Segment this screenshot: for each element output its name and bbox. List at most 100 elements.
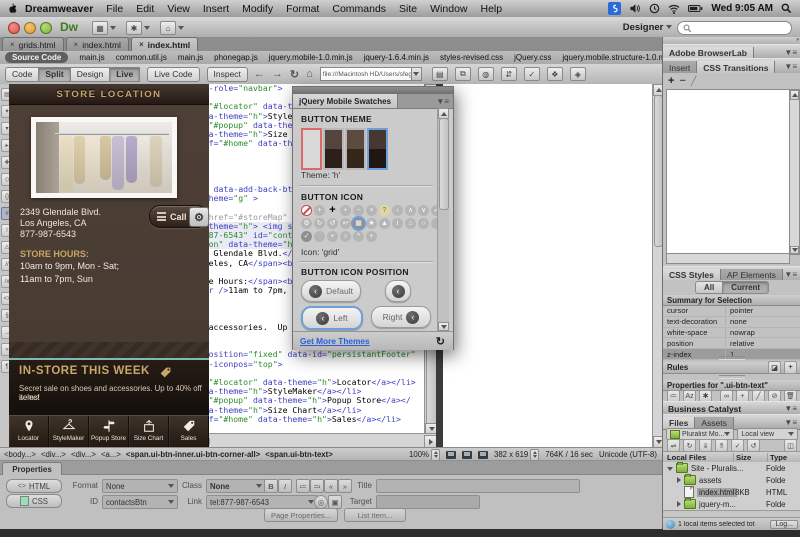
hand-tool-icon[interactable] xyxy=(462,451,472,459)
swatch-icon-plus-alt[interactable]: + xyxy=(340,205,351,216)
panel-menu-icon[interactable]: ▼≡ xyxy=(784,270,797,279)
italic-button[interactable]: I xyxy=(278,479,292,493)
connect-icon[interactable]: ⇌ xyxy=(667,439,680,452)
swatch-icon-minus[interactable]: − xyxy=(353,205,364,216)
menu-modify[interactable]: Modify xyxy=(242,3,273,15)
tag-crumb[interactable]: <span.ui-btn-text> xyxy=(265,450,333,459)
doc-tab-index.html[interactable]: ×index.html xyxy=(66,37,129,51)
swatch-icon-caret[interactable]: ^ xyxy=(353,231,364,242)
list-item-button[interactable]: List Item... xyxy=(344,508,406,522)
select-tool-icon[interactable] xyxy=(446,451,456,459)
window-minimize-button[interactable] xyxy=(24,22,36,34)
site-menu-button[interactable]: ⌂ xyxy=(160,21,184,35)
swatch-icon-info[interactable]: i xyxy=(392,218,403,229)
preview-in-browser-icon[interactable]: ◍ xyxy=(478,67,494,81)
refresh-themes-icon[interactable]: ↻ xyxy=(436,335,445,348)
file-row-jquery-m-[interactable]: jquery-m...Folde xyxy=(663,498,800,510)
all-mode-button[interactable]: All xyxy=(695,281,723,294)
scroll-up-icon[interactable] xyxy=(790,90,799,100)
expand-panel-icon[interactable]: ◫ xyxy=(784,439,797,452)
tag-crumb[interactable]: <a...> xyxy=(101,450,121,459)
preview-nav-sales[interactable]: Sales xyxy=(169,416,209,447)
related-file-phonegap.js[interactable]: phonegap.js xyxy=(214,53,258,62)
panel-menu-icon[interactable]: ▼≡ xyxy=(784,404,797,413)
outdent-button[interactable]: « xyxy=(324,479,338,493)
swatch-icon-arrow-down[interactable]: ∨ xyxy=(418,205,429,216)
swatch-icon-search-plus[interactable]: ○ xyxy=(340,231,351,242)
panel-menu-icon[interactable]: ▼≡ xyxy=(784,48,797,57)
forward-icon[interactable]: → xyxy=(272,68,283,80)
summary-row-text-decoration[interactable]: text-decorationnone xyxy=(663,317,800,328)
file-row-site-pluralis-[interactable]: Site - Pluralis...Folde xyxy=(663,462,800,474)
menu-edit[interactable]: Edit xyxy=(136,3,154,15)
icon-position-notext-button[interactable]: ‹ xyxy=(385,280,411,302)
css-transitions-list[interactable] xyxy=(666,89,790,255)
preview-nav-stylemaker[interactable]: StyleMaker xyxy=(49,416,89,447)
theme-swatch-g[interactable] xyxy=(345,128,366,170)
window-zoom-button[interactable] xyxy=(40,22,52,34)
file-row-assets[interactable]: assetsFolde xyxy=(663,474,800,486)
swatch-gear-badge-icon[interactable]: ⚙ xyxy=(189,207,209,227)
workspace-switcher[interactable]: Designer xyxy=(623,22,672,33)
swatch-icon-plus-faint[interactable]: + xyxy=(366,231,377,242)
put-files-icon[interactable]: ⇑ xyxy=(715,439,728,452)
view-button-code[interactable]: Code xyxy=(5,67,39,82)
tag-crumb[interactable]: <div...> xyxy=(41,450,66,459)
related-file-common.util.js[interactable]: common.util.js xyxy=(116,53,167,62)
link-field[interactable]: tel:877-987-6543 xyxy=(206,495,318,509)
view-button-design[interactable]: Design xyxy=(70,67,110,82)
related-file-jquery.mobile-1.0.min.js[interactable]: jquery.mobile-1.0.min.js xyxy=(269,53,353,62)
format-select[interactable]: None xyxy=(102,479,178,493)
doc-tab-grids.html[interactable]: ×grids.html xyxy=(2,37,64,51)
bold-button[interactable]: B xyxy=(264,479,278,493)
swatch-icon-radio[interactable]: • xyxy=(327,231,338,242)
icon-position-left-button[interactable]: ‹Left xyxy=(301,306,363,330)
check-in-icon[interactable]: ↺ xyxy=(747,439,760,452)
title-field[interactable] xyxy=(376,479,580,493)
close-tab-icon[interactable]: × xyxy=(139,40,144,49)
menu-insert[interactable]: Insert xyxy=(203,3,229,15)
related-file-jQuery.css[interactable]: jQuery.css xyxy=(514,53,551,62)
spotlight-icon[interactable] xyxy=(781,3,792,14)
properties-tab[interactable]: Properties xyxy=(2,462,62,475)
preview-nav-locator[interactable]: Locator xyxy=(9,416,49,447)
column-size[interactable]: Size xyxy=(733,453,767,462)
time-machine-icon[interactable] xyxy=(649,3,660,14)
column-local-files[interactable]: Local Files xyxy=(663,453,733,462)
panel-horizontal-scrollbar[interactable] xyxy=(666,253,790,264)
summary-row-position[interactable]: positionrelative xyxy=(663,338,800,349)
swatch-icon-help[interactable]: ? xyxy=(379,205,390,216)
icon-position-right-button[interactable]: Right‹ xyxy=(371,306,431,328)
layout-switcher-button[interactable]: ▦ xyxy=(92,21,116,35)
id-select[interactable]: contactsBtn xyxy=(102,495,178,509)
window-close-button[interactable] xyxy=(8,22,20,34)
back-icon[interactable]: ← xyxy=(254,68,265,80)
help-search-input[interactable] xyxy=(677,21,792,35)
preview-nav-size-chart[interactable]: Size Chart xyxy=(129,416,169,447)
panel-menu-icon[interactable]: ▼≡ xyxy=(784,62,797,71)
add-transition-icon[interactable]: + xyxy=(668,75,674,87)
close-tab-icon[interactable]: × xyxy=(10,40,15,49)
swatch-icon-arrow-up[interactable]: ∧ xyxy=(405,205,416,216)
expand-down-icon[interactable] xyxy=(667,464,673,473)
html-mode-button[interactable]: <>HTML xyxy=(6,479,62,493)
log-button[interactable]: Log... xyxy=(770,520,798,529)
panel-vertical-scrollbar[interactable] xyxy=(789,89,800,255)
related-file-main.js[interactable]: main.js xyxy=(79,53,104,62)
related-file-styles-revised.css[interactable]: styles-revised.css xyxy=(440,53,503,62)
new-css-rule-icon[interactable]: + xyxy=(784,361,797,374)
edit-transition-icon[interactable]: ╱ xyxy=(691,76,696,87)
get-files-icon[interactable]: ⇓ xyxy=(699,439,712,452)
swatch-icon-check-circle[interactable]: ✓ xyxy=(301,231,312,242)
window-size[interactable]: 382 x 619 xyxy=(494,449,539,461)
view-button-live[interactable]: Live xyxy=(109,67,140,82)
address-dropdown-icon[interactable] xyxy=(412,67,422,81)
remove-transition-icon[interactable]: − xyxy=(679,75,685,87)
tag-crumb[interactable]: <div...> xyxy=(71,450,96,459)
swatch-icon-search[interactable]: ○ xyxy=(418,218,429,229)
get-more-themes-link[interactable]: Get More Themes xyxy=(300,336,370,346)
file-management-icon[interactable]: ⇵ xyxy=(501,67,517,81)
swatches-scrollbar[interactable] xyxy=(437,108,449,331)
current-mode-button[interactable]: Current xyxy=(722,281,769,294)
tag-crumb[interactable]: <body...> xyxy=(4,450,36,459)
